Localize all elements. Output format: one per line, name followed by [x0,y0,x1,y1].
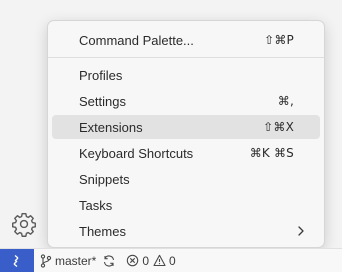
chevron-right-icon [298,226,304,236]
menu-separator [48,57,324,58]
problems-indicator[interactable]: 0 0 [126,253,176,268]
menu-item-label: Profiles [79,67,123,83]
menu-item-label: Keyboard Shortcuts [79,145,194,161]
menu-item-keyboard-shortcuts[interactable]: Keyboard Shortcuts ⌘K ⌘S [52,141,320,165]
menu-item-label: Tasks [79,197,113,213]
menu-item-settings[interactable]: Settings ⌘, [52,89,320,113]
menu-item-label: Snippets [79,171,130,187]
menu-item-label: Themes [79,223,126,239]
warning-count: 0 [169,253,176,268]
menu-item-shortcut: ⇧⌘X [263,120,294,134]
sync-button[interactable] [102,254,116,268]
menu-item-label: Settings [79,93,126,109]
branch-name: master* [55,253,97,268]
menu-item-extensions[interactable]: Extensions ⇧⌘X [52,115,320,139]
menu-item-label: Extensions [79,119,143,135]
git-branch-icon [40,253,52,268]
error-count: 0 [142,253,150,268]
status-bar: master* 0 0 [0,248,342,272]
menu-item-shortcut: ⌘, [277,94,294,108]
menu-item-shortcut: ⇧⌘P [264,33,294,47]
menu-item-command-palette[interactable]: Command Palette... ⇧⌘P [52,28,320,52]
workbench: Command Palette... ⇧⌘P Profiles Settings… [0,0,342,272]
remote-icon [13,254,19,267]
manage-menu: Command Palette... ⇧⌘P Profiles Settings… [47,20,325,248]
menu-item-themes[interactable]: Themes [52,219,320,243]
menu-item-profiles[interactable]: Profiles [52,63,320,87]
gear-icon[interactable] [11,211,37,237]
menu-item-tasks[interactable]: Tasks [52,193,320,217]
branch-indicator[interactable]: master* [40,254,96,268]
sync-icon [104,254,115,267]
warning-icon [153,254,166,267]
error-icon [127,254,139,267]
menu-item-label: Command Palette... [79,32,194,48]
menu-item-shortcut: ⌘K ⌘S [249,146,294,160]
remote-indicator[interactable] [0,249,34,272]
menu-item-snippets[interactable]: Snippets [52,167,320,191]
